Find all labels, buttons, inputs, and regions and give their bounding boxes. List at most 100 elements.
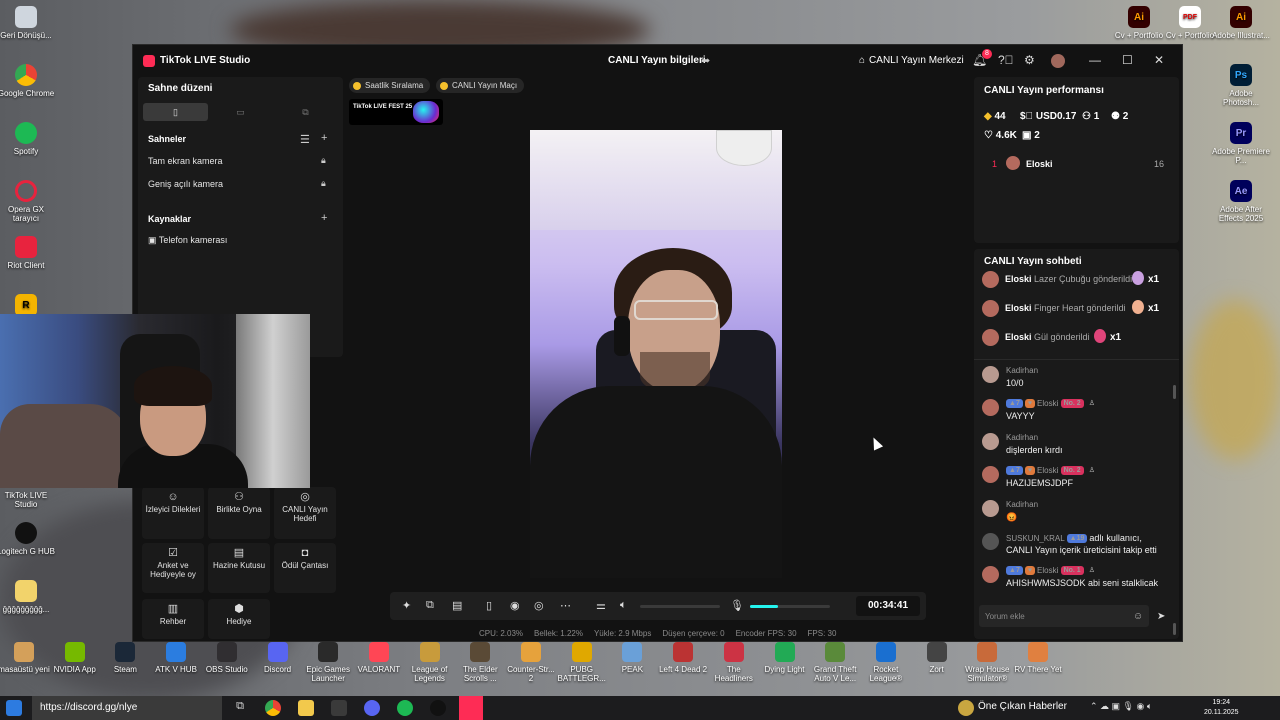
system-tray[interactable]: ⌃ ☁ ▣ 🎙︎ ◉ 🔈︎ <box>1090 701 1152 712</box>
dock-shortcut[interactable]: League of Legends <box>404 642 456 683</box>
dock-shortcut[interactable]: The Elder Scrolls ... <box>454 642 506 683</box>
poll-button[interactable]: ☑ Anket ve Hediyeyle oy <box>142 543 204 593</box>
dock-shortcut[interactable]: Dying Light <box>759 642 811 674</box>
more-icon[interactable]: ⋯ <box>560 599 571 612</box>
dock-shortcut[interactable]: Grand Theft Auto V Le... <box>809 642 861 683</box>
dock-shortcut[interactable]: Counter-Str... 2 <box>505 642 557 683</box>
layout-icon[interactable]: ▤ <box>452 599 462 612</box>
list-icon[interactable]: ☰ <box>300 133 310 146</box>
desktop-icon-logitech[interactable]: Logitech G HUB <box>0 522 55 556</box>
dock-shortcut[interactable]: Discord <box>252 642 304 674</box>
maximize-icon[interactable]: ☐ <box>1122 53 1133 67</box>
camera-icon[interactable]: ◎ <box>534 599 544 612</box>
desktop-icon-photoshop[interactable]: Ps Adobe Photosh... <box>1212 64 1270 107</box>
desktop-icon-illustrator[interactable]: Ai Adobe Illustrat... <box>1212 6 1270 40</box>
send-icon[interactable]: ➤ <box>1157 611 1165 622</box>
record-icon[interactable]: ◉ <box>510 599 520 612</box>
desktop-icon-spotify[interactable]: Spotify <box>0 122 55 156</box>
desktop-icon-file[interactable]: ğğğğğğğğğ... <box>0 580 55 614</box>
desktop-icon-cv-pdf[interactable]: PDF Cv + Portfolio <box>1161 6 1219 40</box>
dock-shortcut[interactable]: NVIDIA App <box>49 642 101 674</box>
live-center-button[interactable]: ⌂ CANLI Yayın Merkezi <box>859 55 964 66</box>
dock-shortcut[interactable]: masaüstü yeni <box>0 642 50 674</box>
desktop-icon-opera-gx[interactable]: Opera GX tarayıcı <box>0 180 55 223</box>
speaker-icon[interactable]: 🔈︎ <box>620 599 627 612</box>
dock-shortcut[interactable]: The Headliners <box>708 642 760 683</box>
gift-scrollbar[interactable] <box>1173 385 1176 399</box>
play-together-button[interactable]: ⚇ Birlikte Oyna <box>208 487 270 539</box>
dock-shortcut[interactable]: Wrap House Simulator® <box>961 642 1013 683</box>
news-widget[interactable]: Öne Çıkan Haberler <box>978 701 1067 712</box>
dock-shortcut[interactable]: Steam <box>99 642 151 674</box>
magic-wand-icon[interactable]: ✦ <box>402 599 411 612</box>
weather-icon[interactable] <box>958 700 974 716</box>
lock-icon[interactable]: 🔒︎ <box>321 155 326 166</box>
chat-scrollbar[interactable] <box>1173 623 1176 635</box>
guide-button[interactable]: ▥ Rehber <box>142 599 204 639</box>
file-explorer-icon[interactable] <box>298 700 314 716</box>
gear-icon[interactable]: ⚙ <box>1024 53 1035 67</box>
discord-icon[interactable] <box>364 700 380 716</box>
dock-shortcut[interactable]: ATK V HUB <box>150 642 202 674</box>
steam-icon[interactable] <box>331 700 347 716</box>
live-goal-button[interactable]: ◎ CANLI Yayın Hedefi <box>274 487 336 539</box>
add-source-icon[interactable]: + <box>321 212 327 224</box>
reward-bag-button[interactable]: ◘ Ödül Çantası <box>274 543 336 593</box>
dock-shortcut[interactable]: PUBG BATTLEGR... <box>556 642 608 683</box>
treasure-box-button[interactable]: ▤ Hazine Kutusu <box>208 543 270 593</box>
microphone-icon[interactable]: 🎙︎ <box>730 599 744 612</box>
phone-icon[interactable]: ▯ <box>486 599 492 612</box>
settings-sliders-icon[interactable]: ⚌ <box>596 599 606 612</box>
share-icon[interactable]: ➦ <box>701 54 710 67</box>
dock-shortcut[interactable]: VALORANT <box>353 642 405 674</box>
start-icon[interactable] <box>6 700 22 716</box>
lock-icon[interactable]: 🔒︎ <box>321 178 326 189</box>
desktop-icon-riot-client[interactable]: Riot Client <box>0 236 55 270</box>
close-icon[interactable]: ✕ <box>1154 53 1164 67</box>
emoji-icon[interactable]: ☺ <box>1133 611 1143 622</box>
dock-shortcut[interactable]: PEAK <box>606 642 658 674</box>
chat-text: CANLI Yayın içerik üreticisini takip ett… <box>1006 545 1157 555</box>
hourly-ranking-chip[interactable]: Saatlik Sıralama <box>349 78 431 93</box>
url-preview[interactable]: https://discord.gg/nlye <box>32 696 222 720</box>
desktop-icon-chrome[interactable]: Google Chrome <box>0 64 55 98</box>
live-info-button[interactable]: CANLI Yayın bilgileri <box>608 55 706 66</box>
help-icon[interactable]: ?⃝ <box>998 53 1014 67</box>
tiktok-live-taskbar-icon[interactable] <box>459 696 483 720</box>
overlay-icon[interactable]: ⧉ <box>426 599 434 612</box>
live-match-chip[interactable]: CANLI Yayın Maçı <box>436 78 525 93</box>
mic-slider[interactable] <box>750 605 830 608</box>
dock-shortcut[interactable]: Left 4 Dead 2 <box>657 642 709 674</box>
gift-sender: Eloski <box>1005 274 1032 284</box>
source-item[interactable]: ▣ Telefon kamerası <box>148 235 227 246</box>
obs-icon[interactable] <box>430 700 446 716</box>
avatar[interactable] <box>1051 54 1065 68</box>
gift-button[interactable]: ⬢ Hediye <box>208 599 270 639</box>
dock-shortcut[interactable]: Zort <box>911 642 963 674</box>
task-view-icon[interactable]: ⧉ <box>232 700 248 716</box>
portrait-layout-tab[interactable]: ▯ <box>143 103 208 121</box>
live-fest-banner[interactable]: TikTok LIVE FEST 25 <box>349 99 443 125</box>
dock-shortcut[interactable]: Epic Games Launcher <box>302 642 354 683</box>
app-icon <box>977 642 998 662</box>
desktop-icon-after-effects[interactable]: Ae Adobe After Effects 2025 <box>1212 180 1270 223</box>
live-center-label: CANLI Yayın Merkezi <box>869 55 964 66</box>
dock-shortcut[interactable]: RV There Yet <box>1012 642 1064 674</box>
desktop-icon-cv-ai[interactable]: Ai Cv + Portfolio <box>1110 6 1168 40</box>
comment-input[interactable]: Yorum ekle <box>979 605 1149 627</box>
minimize-icon[interactable]: — <box>1089 53 1101 67</box>
scene-item[interactable]: Tam ekran kamera <box>148 156 223 166</box>
dock-shortcut[interactable]: OBS Studio <box>201 642 253 674</box>
landscape-layout-tab[interactable]: ▭ <box>208 103 273 121</box>
clock[interactable]: 19:24 20.11.2025 <box>1204 698 1239 718</box>
desktop-icon-recycle-bin[interactable]: Geri Dönüşü... <box>0 6 55 40</box>
scene-item[interactable]: Geniş açılı kamera <box>148 179 223 189</box>
desktop-icon-premiere[interactable]: Pr Adobe Premiere P... <box>1212 122 1270 165</box>
dual-layout-tab[interactable]: ⧉ <box>273 103 338 121</box>
add-scene-icon[interactable]: + <box>321 132 327 144</box>
spotify-icon[interactable] <box>397 700 413 716</box>
chrome-icon[interactable] <box>265 700 281 716</box>
volume-slider[interactable] <box>640 605 720 608</box>
viewer-requests-button[interactable]: ☺ İzleyici Dilekleri <box>142 487 204 539</box>
dock-shortcut[interactable]: Rocket League® <box>860 642 912 683</box>
